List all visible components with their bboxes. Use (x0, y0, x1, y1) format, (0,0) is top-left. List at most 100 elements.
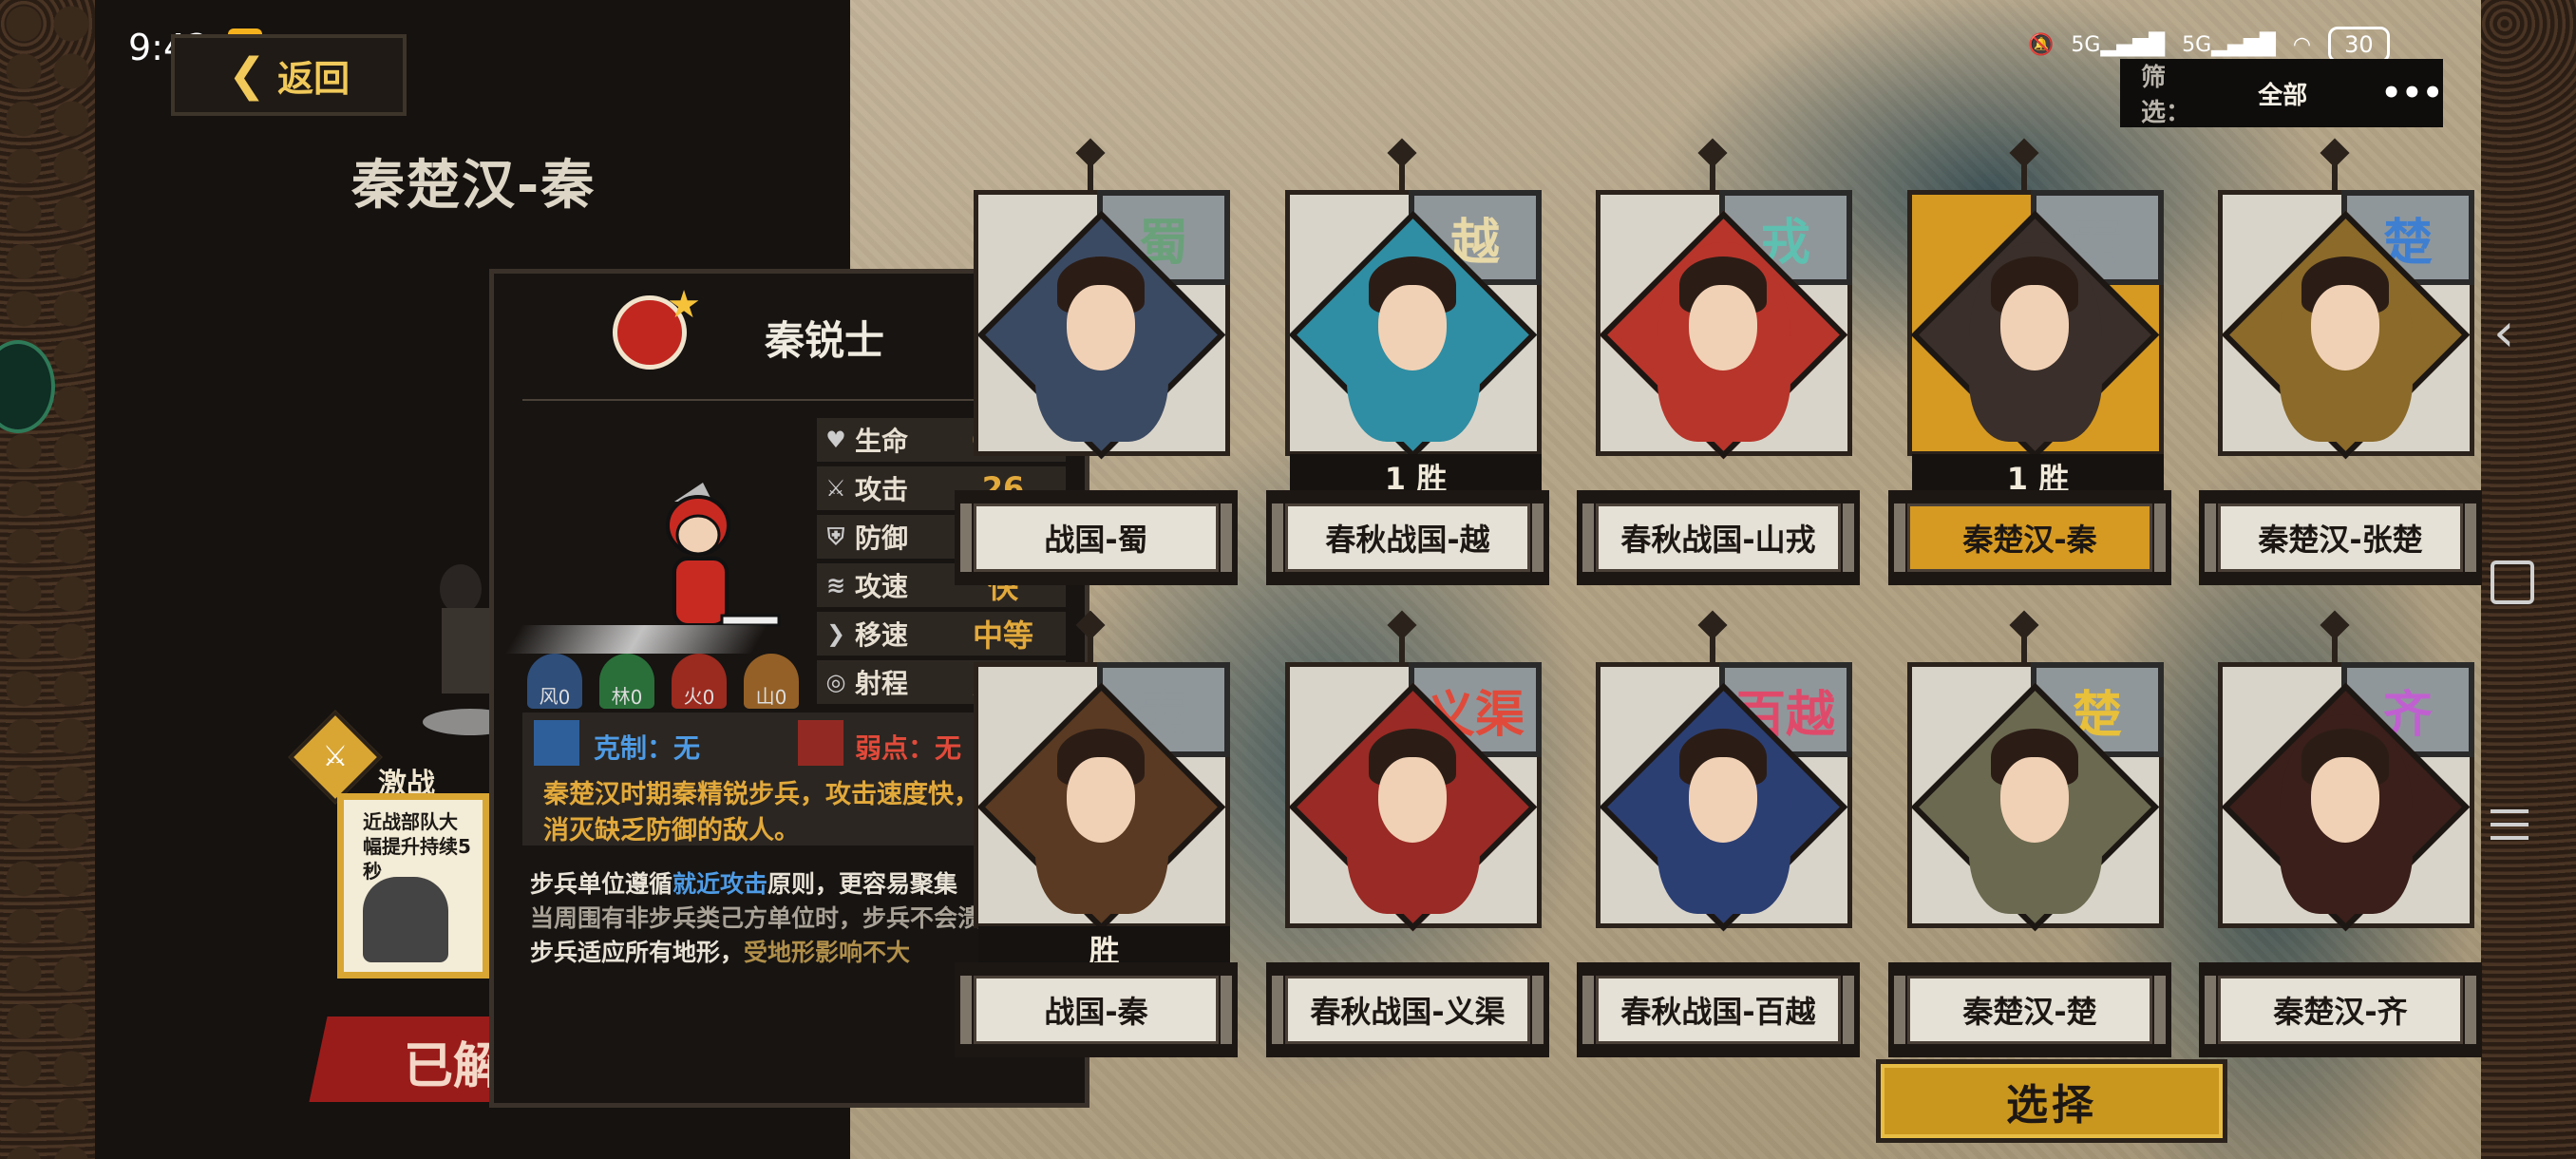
nav-menu-icon[interactable] (2491, 809, 2529, 849)
wifi-icon: ◠ (2292, 32, 2312, 57)
stat-label: 射程 (855, 668, 909, 699)
wind-terrain-icon: 风0 (527, 654, 582, 709)
terrain-bonuses: 风0 林0 火0 山0 (527, 654, 799, 709)
attack-speed-icon: ≋ (825, 572, 846, 598)
plate-rail (1532, 504, 1544, 572)
plate-rail (1582, 976, 1594, 1044)
card-name-plate: 春秋战国-山戎 (1577, 490, 1860, 585)
card-name: 春秋战国-山戎 (1596, 504, 1841, 572)
plate-rail (2205, 504, 2216, 572)
character-face (2311, 285, 2379, 370)
faction-card[interactable]: 楚 秦楚汉-张楚 (2199, 138, 2482, 589)
character-face (1378, 285, 1447, 370)
faction-card[interactable]: 百越 春秋战国-百越 (1577, 610, 1860, 1061)
faction-card[interactable]: 秦 1 胜 秦楚汉-秦 (1888, 138, 2171, 589)
signal-5g-icon-2: 5G▂▄▆█ (2182, 32, 2276, 57)
stat-label: 生命 (855, 426, 909, 457)
stat-label: 移速 (855, 619, 909, 651)
card-name-plate: 春秋战国-义渠 (1266, 962, 1549, 1057)
filter-value[interactable]: 全部 (2258, 76, 2343, 111)
character-face (1689, 285, 1757, 370)
plate-rail (1272, 504, 1283, 572)
select-button[interactable]: 选择 (1876, 1059, 2227, 1143)
back-button-label: 返回 (277, 57, 350, 100)
back-arrow-icon: ❮ (227, 48, 267, 102)
unit-name: 秦锐士 (765, 317, 885, 364)
faction-card[interactable]: 齐 秦楚汉-齐 (2199, 610, 2482, 1061)
character-face (1689, 757, 1757, 843)
card-name-plate: 秦楚汉-齐 (2199, 962, 2482, 1057)
plate-rail (1532, 976, 1544, 1044)
blade-effect (504, 625, 768, 654)
card-name-plate: 秦楚汉-秦 (1888, 490, 2171, 585)
plate-rail (1894, 504, 1905, 572)
faction-card[interactable]: 义渠 春秋战国-义渠 (1266, 610, 1549, 1061)
weakness-label: 弱点：无 (855, 732, 962, 764)
filter-label: 筛选： (2141, 64, 2191, 127)
plate-rail (2465, 504, 2476, 572)
card-name: 战国-蜀 (974, 504, 1219, 572)
card-name: 秦楚汉-楚 (1907, 976, 2152, 1044)
counter-icon (534, 720, 579, 766)
card-name: 战国-秦 (974, 976, 1219, 1044)
card-name-plate: 秦楚汉-楚 (1888, 962, 2171, 1057)
card-name: 春秋战国-越 (1285, 504, 1530, 572)
weakness-icon (798, 720, 843, 766)
move-speed-icon: ❯ (825, 620, 846, 647)
more-options-icon[interactable]: ••• (2381, 74, 2443, 112)
battery-icon: 30 (2328, 27, 2390, 63)
counter-label: 克制：无 (594, 732, 701, 764)
character-face (2000, 757, 2069, 843)
plate-rail (2465, 976, 2476, 1044)
character-face (2311, 757, 2379, 843)
character-face (1378, 757, 1447, 843)
plate-rail (960, 976, 972, 1044)
unit-sprite (666, 483, 781, 627)
plate-rail (1843, 976, 1854, 1044)
faction-card[interactable]: 秦 胜 战国-秦 (955, 610, 1238, 1061)
card-name-plate: 秦楚汉-张楚 (2199, 490, 2482, 585)
card-name: 春秋战国-百越 (1596, 976, 1841, 1044)
unlocked-label: 已解 (404, 1038, 503, 1095)
plate-rail (2154, 976, 2166, 1044)
nav-home-icon[interactable] (2491, 560, 2534, 604)
faction-card[interactable]: 蜀 战国-蜀 (955, 138, 1238, 589)
skill-card-text: 近战部队大幅提升持续5秒 (363, 810, 471, 883)
plate-rail (1221, 504, 1232, 572)
character-face (1067, 285, 1135, 370)
mute-icon: 🔕 (2028, 32, 2055, 57)
shield-icon: ⛨ (827, 523, 844, 550)
character-face (1067, 757, 1135, 843)
back-button[interactable]: ❮ 返回 (171, 34, 407, 116)
card-name: 秦楚汉-秦 (1907, 504, 2152, 572)
faction-title: 秦楚汉-秦 (351, 155, 597, 217)
faction-card[interactable]: 越 1 胜 春秋战国-越 (1266, 138, 1549, 589)
star-icon: ★ (667, 283, 701, 327)
range-icon: ◎ (825, 669, 846, 695)
plate-rail (1272, 976, 1283, 1044)
character-face (2000, 285, 2069, 370)
plate-rail (1894, 976, 1905, 1044)
faction-card[interactable]: 楚 秦楚汉-楚 (1888, 610, 2171, 1061)
card-name-plate: 春秋战国-百越 (1577, 962, 1860, 1057)
plate-rail (2154, 504, 2166, 572)
forest-terrain-icon: 林0 (599, 654, 654, 709)
unit-emblem-icon: ★ (613, 283, 701, 370)
stat-label: 攻击 (855, 474, 909, 505)
faction-card[interactable]: 戎 春秋战国-山戎 (1577, 138, 1860, 589)
card-name-plate: 战国-秦 (955, 962, 1238, 1057)
plate-rail (1582, 504, 1594, 572)
skill-card[interactable]: 近战部队大幅提升持续5秒 (337, 793, 489, 978)
plate-rail (960, 504, 972, 572)
card-name: 秦楚汉-齐 (2218, 976, 2463, 1044)
nav-back-icon[interactable]: ‹ (2493, 302, 2514, 364)
card-name-plate: 战国-蜀 (955, 490, 1238, 585)
fire-terrain-icon: 火0 (672, 654, 727, 709)
stat-label: 攻速 (855, 571, 909, 602)
attack-icon: ⚔ (825, 475, 846, 502)
plate-rail (1843, 504, 1854, 572)
filter-bar[interactable]: 筛选： 全部 ••• (2120, 59, 2443, 127)
card-name: 秦楚汉-张楚 (2218, 504, 2463, 572)
left-decorative-border (0, 0, 95, 1159)
signal-5g-icon: 5G▂▄▆█ (2071, 32, 2166, 57)
